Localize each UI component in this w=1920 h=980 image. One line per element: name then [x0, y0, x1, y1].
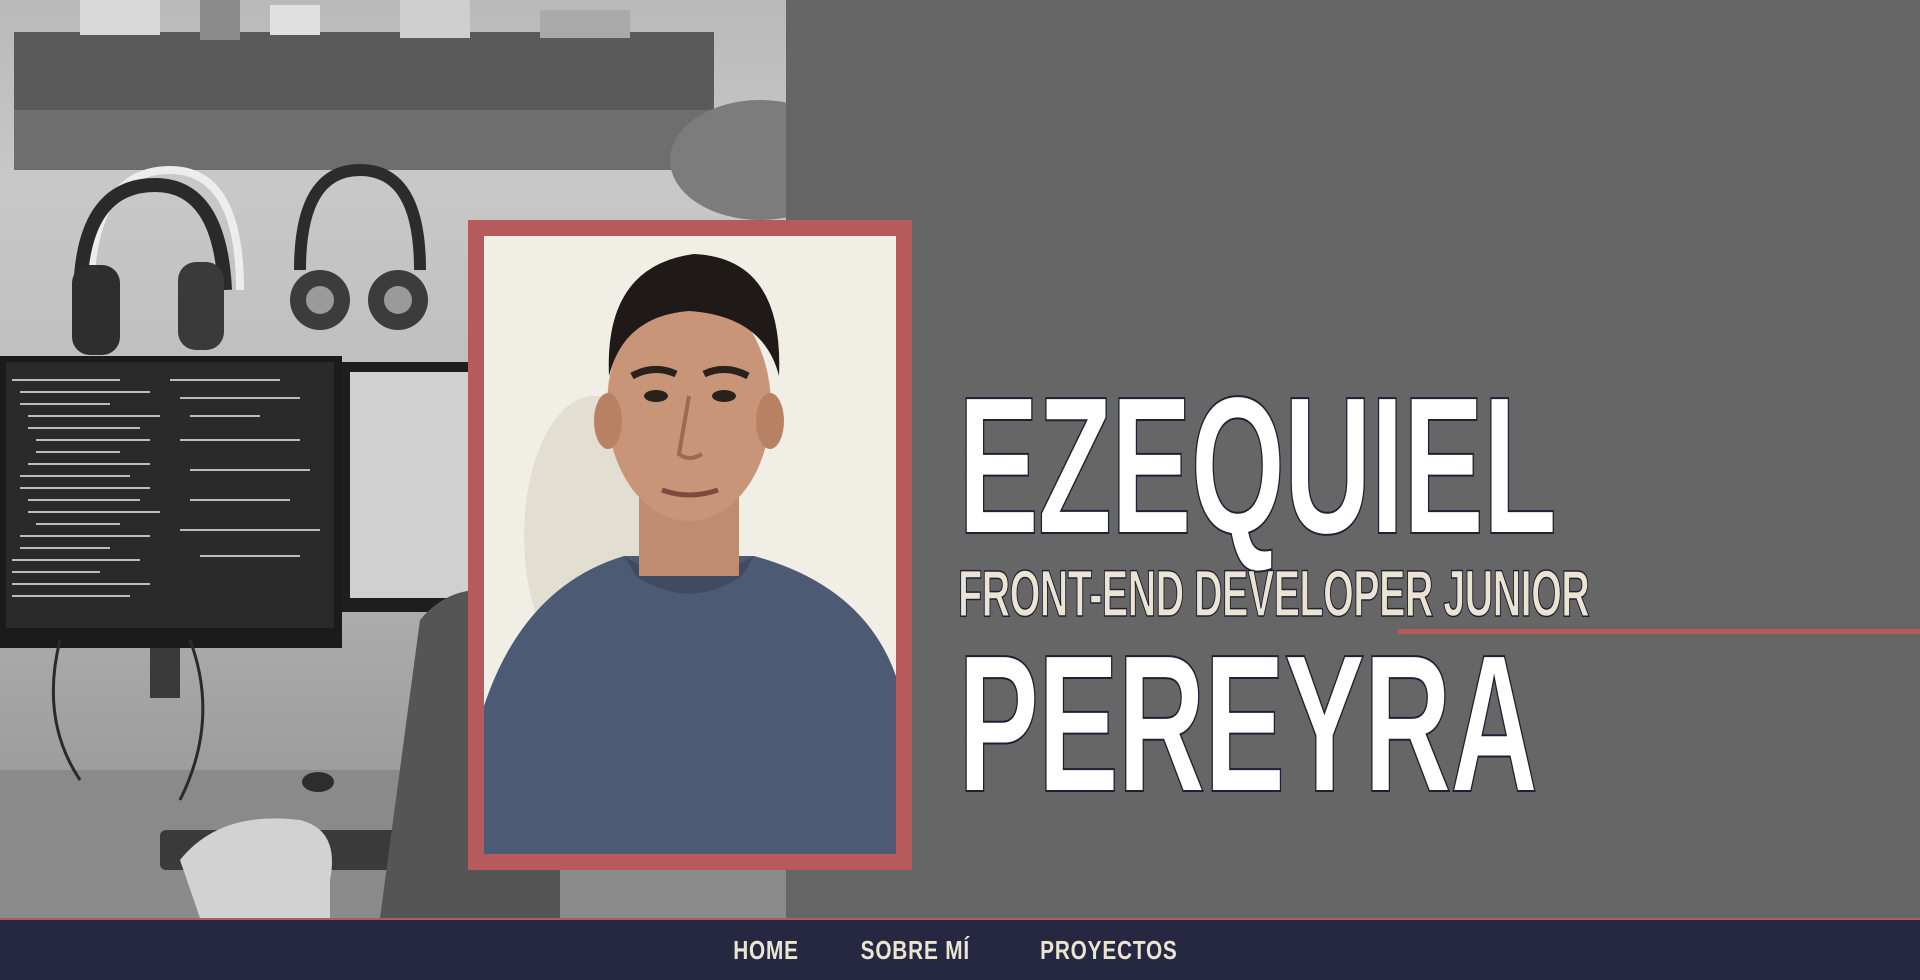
- hero-section: EZEQUIEL FRONT-END DEVELOPER JUNIOR PERE…: [0, 0, 1920, 918]
- nav-link-sobre-mi[interactable]: SOBRE MÍ: [860, 931, 969, 970]
- bottom-navbar: HOME SOBRE MÍ PROYECTOS: [0, 918, 1920, 980]
- profile-photo: [484, 236, 896, 854]
- portrait-frame: [468, 220, 912, 870]
- last-name-heading: PEREYRA: [957, 614, 1538, 833]
- nav-link-home[interactable]: HOME: [733, 931, 799, 970]
- first-name-heading: EZEQUIEL: [957, 356, 1557, 575]
- nav-link-proyectos[interactable]: PROYECTOS: [1041, 931, 1178, 970]
